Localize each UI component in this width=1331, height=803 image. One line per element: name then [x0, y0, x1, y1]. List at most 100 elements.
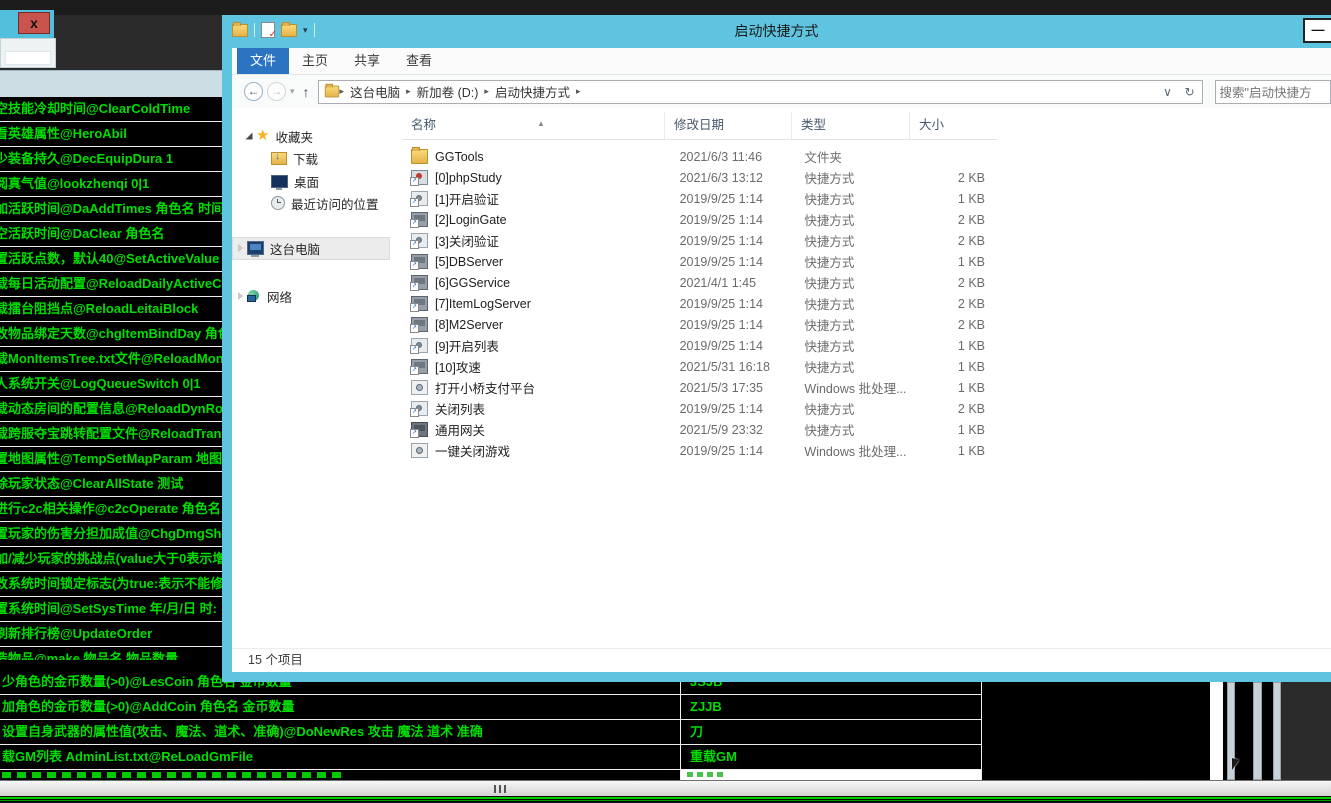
file-row[interactable]: GGTools2021/6/3 11:46文件夹: [402, 146, 997, 167]
file-date: 2021/5/31 16:18: [671, 360, 796, 374]
search-box[interactable]: [1215, 80, 1331, 104]
file-name: 关闭列表: [435, 399, 671, 418]
gm-command-row[interactable]: 载动态房间的配置信息@ReloadDynRoo: [0, 397, 222, 422]
history-chevron-icon[interactable]: ▾: [290, 86, 295, 97]
scrollbar-grip[interactable]: [494, 785, 506, 793]
expander-expanded-icon[interactable]: [246, 133, 253, 140]
gm-command-text: 改系统时间锁定标志(为true:表示不能修: [0, 572, 222, 596]
up-button[interactable]: ↑: [303, 84, 310, 100]
forward-button[interactable]: →: [267, 82, 286, 101]
folder-icon: [324, 86, 338, 98]
address-dropdown-icon[interactable]: ∨: [1158, 85, 1178, 99]
file-size: 2 KB: [911, 402, 997, 416]
gm-command-row[interactable]: 置活跃点数，默认40@SetActiveValue 角: [0, 247, 222, 272]
file-row[interactable]: 关闭列表2019/9/25 1:14快捷方式2 KB: [402, 398, 997, 419]
gm-command-row[interactable]: 刷新排行榜@UpdateOrder: [0, 622, 222, 647]
scrollbar-fragment[interactable]: [1273, 682, 1281, 780]
expander-collapsed-icon[interactable]: [238, 292, 243, 300]
clipped-edit-cell: [681, 770, 981, 780]
gm-command-row[interactable]: 进行c2c相关操作@c2cOperate 角色名: [0, 497, 222, 522]
folder-icon[interactable]: [232, 24, 248, 37]
gm-command-row[interactable]: 加/减少玩家的挑战点(value大于0表示增: [0, 547, 222, 572]
gm-command-row[interactable]: 置系统时间@SetSysTime 年/月/日 时:: [0, 597, 222, 622]
explorer-window: 启动快捷方式 ▾ — 文件 主页 共享 查看 ← → ▾ ↑ ▸ 这台电脑 ▸ …: [222, 15, 1331, 682]
gm-command-row[interactable]: 载跨服夺宝跳转配置文件@ReloadTransl: [0, 422, 222, 447]
file-row[interactable]: [0]phpStudy2021/6/3 13:12快捷方式2 KB: [402, 167, 997, 188]
file-type: 快捷方式: [795, 357, 911, 376]
chevron-down-icon[interactable]: ▾: [303, 25, 308, 36]
file-type: 快捷方式: [795, 168, 911, 187]
gm-command-row[interactable]: 人系统开关@LogQueueSwitch 0|1: [0, 372, 222, 397]
properties-icon[interactable]: [261, 22, 275, 38]
file-size: 2 KB: [911, 276, 997, 290]
sidebar-item-recent-places[interactable]: 最近访问的位置: [271, 192, 379, 214]
close-button[interactable]: x: [18, 12, 50, 34]
breadcrumb-this-pc[interactable]: 这台电脑: [344, 82, 406, 101]
expander-collapsed-icon[interactable]: [238, 244, 243, 252]
sidebar-item-favorites[interactable]: ★ 收藏夹: [244, 125, 313, 147]
file-row[interactable]: 通用网关2021/5/9 23:32快捷方式1 KB: [402, 419, 997, 440]
tab-share[interactable]: 共享: [341, 48, 393, 74]
file-row[interactable]: [6]GGService2021/4/1 1:45快捷方式2 KB: [402, 272, 997, 293]
tab-file[interactable]: 文件: [237, 48, 289, 74]
column-header-size[interactable]: 大小: [910, 112, 997, 139]
tab-view[interactable]: 查看: [393, 48, 445, 74]
address-bar[interactable]: ▸ 这台电脑 ▸ 新加卷 (D:) ▸ 启动快捷方式 ▸ ∨ ↻: [318, 80, 1203, 104]
back-button[interactable]: ←: [244, 82, 263, 101]
refresh-icon[interactable]: ↻: [1180, 85, 1200, 99]
sidebar-item-downloads[interactable]: 下载: [271, 147, 318, 169]
file-row[interactable]: [5]DBServer2019/9/25 1:14快捷方式1 KB: [402, 251, 997, 272]
file-row[interactable]: 打开小桥支付平台2021/5/3 17:35Windows 批处理...1 KB: [402, 377, 997, 398]
gm-command-row[interactable]: 置玩家的伤害分担加成值@ChgDmgShar: [0, 522, 222, 547]
file-name: 打开小桥支付平台: [435, 378, 671, 397]
window-border: [222, 672, 1331, 682]
file-type: 快捷方式: [795, 273, 911, 292]
gm-command-row[interactable]: 载每日活动配置@ReloadDailyActiveCfg: [0, 272, 222, 297]
gm-command-row[interactable]: 改系统时间锁定标志(为true:表示不能修: [0, 572, 222, 597]
sidebar-item-label: 收藏夹: [275, 127, 313, 146]
gm-command-row[interactable]: 置地图属性@TempSetMapParam 地图代: [0, 447, 222, 472]
file-name: 一键关闭游戏: [435, 441, 671, 460]
sidebar-item-this-pc[interactable]: 这台电脑: [238, 237, 320, 259]
new-folder-icon[interactable]: [281, 24, 297, 37]
sidebar-item-desktop[interactable]: 桌面: [271, 170, 319, 192]
gm-command-row[interactable]: 看英雄属性@HeroAbil: [0, 122, 222, 147]
file-row[interactable]: [3]关闭验证2019/9/25 1:14快捷方式2 KB: [402, 230, 997, 251]
gm-command-text: 空活跃时间@DaClear 角色名: [0, 222, 222, 246]
search-input[interactable]: [1216, 81, 1331, 105]
file-row[interactable]: [8]M2Server2019/9/25 1:14快捷方式2 KB: [402, 314, 997, 335]
gm-command-row[interactable]: 空活跃时间@DaClear 角色名: [0, 222, 222, 247]
file-row[interactable]: [1]开启验证2019/9/25 1:14快捷方式1 KB: [402, 188, 997, 209]
scrollbar-fragment[interactable]: [1253, 682, 1262, 780]
breadcrumb-current-folder[interactable]: 启动快捷方式: [489, 82, 576, 101]
gm-command-row[interactable]: 加活跃时间@DaAddTimes 角色名 时间: [0, 197, 222, 222]
minimize-button[interactable]: —: [1303, 18, 1331, 43]
gm-command-row[interactable]: 载MonItemsTree.txt文件@ReloadMonIte: [0, 347, 222, 372]
column-header-name[interactable]: 名称▲: [402, 112, 665, 139]
file-row[interactable]: [7]ItemLogServer2019/9/25 1:14快捷方式2 KB: [402, 293, 997, 314]
tab-home[interactable]: 主页: [289, 48, 341, 74]
gm-command-row[interactable]: 少装备持久@DecEquipDura 1: [0, 147, 222, 172]
mouse-cursor: [1232, 758, 1239, 770]
sidebar-item-network[interactable]: 网络: [238, 285, 292, 307]
file-list-header: 名称▲ 修改日期 类型 大小: [402, 112, 997, 140]
gm-command-row[interactable]: 空技能冷却时间@ClearColdTime: [0, 97, 222, 122]
gm-command-row[interactable]: 改物品绑定天数@chgItemBindDay 角色名: [0, 322, 222, 347]
file-type: 快捷方式: [795, 399, 911, 418]
file-name: [9]开启列表: [435, 336, 671, 355]
file-row[interactable]: [10]攻速2021/5/31 16:18快捷方式1 KB: [402, 356, 997, 377]
desktop-icon: [271, 175, 288, 188]
gm-command-row[interactable]: 载擂台阻挡点@ReloadLeitaiBlock: [0, 297, 222, 322]
column-header-type[interactable]: 类型: [792, 112, 910, 139]
file-row[interactable]: 一键关闭游戏2019/9/25 1:14Windows 批处理...1 KB: [402, 440, 997, 461]
gm-command-row[interactable]: 除玩家状态@ClearAllState 测试: [0, 472, 222, 497]
column-header-date[interactable]: 修改日期: [665, 112, 792, 139]
breadcrumb-drive-d[interactable]: 新加卷 (D:): [411, 82, 485, 101]
panel-inner: [5, 51, 51, 65]
file-row[interactable]: [2]LoginGate2019/9/25 1:14快捷方式2 KB: [402, 209, 997, 230]
file-type: 快捷方式: [795, 336, 911, 355]
gm-command-row[interactable]: 阅真气值@lookzhenqi 0|1: [0, 172, 222, 197]
file-date: 2021/4/1 1:45: [671, 276, 796, 290]
file-row[interactable]: [9]开启列表2019/9/25 1:14快捷方式1 KB: [402, 335, 997, 356]
horizontal-scrollbar[interactable]: [0, 780, 1331, 796]
